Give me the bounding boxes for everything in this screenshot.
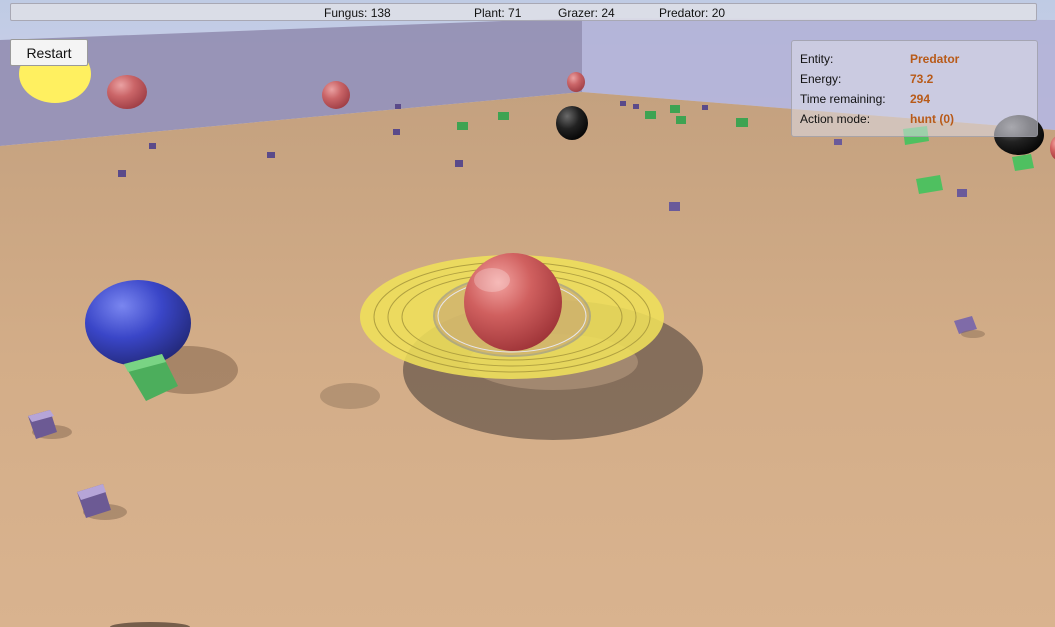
mode-row: Action mode: hunt (0) [800,112,1030,128]
fungus-entity[interactable] [669,202,680,211]
time-row: Time remaining: 294 [800,92,1030,108]
black-sphere-entity[interactable] [556,106,588,140]
grazer-count: Grazer: 24 [558,6,615,20]
fungus-entity[interactable] [455,160,463,167]
plant-entity[interactable] [498,112,509,120]
grazer-entity[interactable] [85,280,191,366]
plant-entity[interactable] [1012,154,1034,171]
plant-entity[interactable] [645,111,656,119]
predator-entity[interactable] [567,72,585,92]
entity-info-panel: Entity: Predator Energy: 73.2 Time remai… [791,40,1038,137]
energy-row: Energy: 73.2 [800,72,1030,88]
energy-label: Energy: [800,72,842,86]
fungus-entity[interactable] [620,101,626,106]
action-mode-label: Action mode: [800,112,871,126]
time-remaining-value: 294 [910,92,931,106]
plant-entity[interactable] [676,116,686,124]
fungus-entity[interactable] [267,152,275,158]
predator-count: Predator: 20 [659,6,726,20]
population-bar: Fungus: 138 Plant: 71 Grazer: 24 Predato… [10,3,1037,21]
predator-entity[interactable] [322,81,350,109]
plant-count: Plant: 71 [474,6,522,20]
action-mode-value: hunt (0) [910,112,954,126]
fungus-entity[interactable] [633,104,639,109]
ground-shadow [320,383,380,409]
fungus-entity[interactable] [118,170,126,177]
time-remaining-label: Time remaining: [800,92,886,106]
fungus-entity[interactable] [834,139,842,145]
selected-predator-entity[interactable] [464,253,562,351]
fungus-entity[interactable] [702,105,708,110]
predator-entity[interactable] [107,75,147,109]
plant-entity[interactable] [736,118,748,127]
entity-label: Entity: [800,52,834,66]
fungus-entity[interactable] [957,189,967,197]
fungus-count: Fungus: 138 [324,6,391,20]
restart-button[interactable]: Restart [10,39,88,66]
plant-entity[interactable] [457,122,468,130]
entity-row: Entity: Predator [800,52,1030,68]
fungus-entity[interactable] [149,143,156,149]
fungus-entity[interactable] [393,129,400,135]
plant-entity[interactable] [670,105,680,113]
fungus-entity[interactable] [395,104,401,109]
entity-value: Predator [910,52,960,66]
energy-value: 73.2 [910,72,934,86]
